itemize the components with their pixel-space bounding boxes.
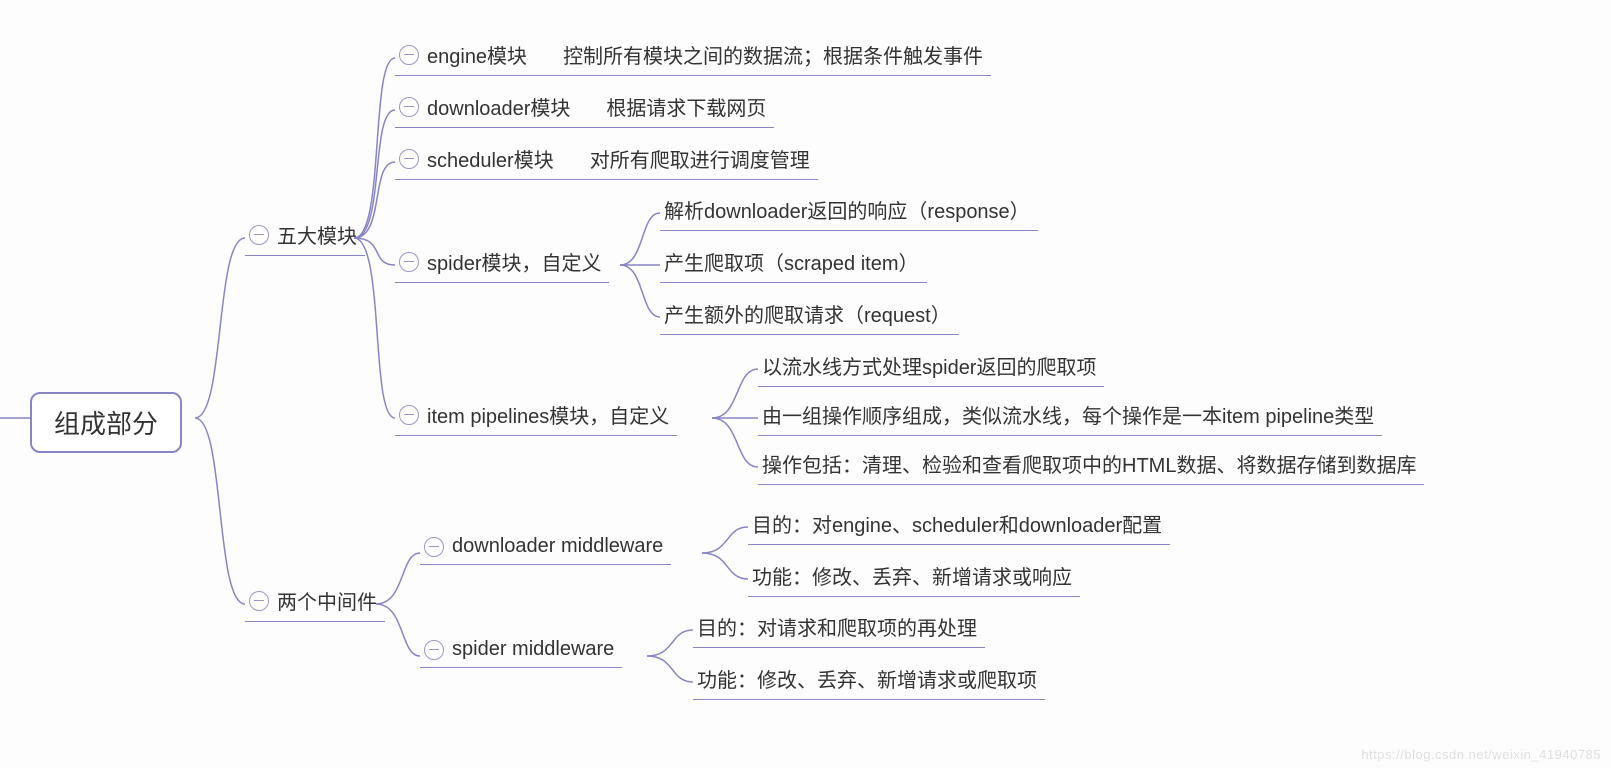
leaf-pipelines-0[interactable]: 以流水线方式处理spider返回的爬取项 — [758, 347, 1104, 387]
leaf-text: 由一组操作顺序组成，类似流水线，每个操作是一本item pipeline类型 — [762, 400, 1374, 429]
leaf-text: 产生额外的爬取请求（request） — [664, 299, 951, 328]
collapse-icon[interactable] — [424, 537, 444, 557]
leaf-spider-0[interactable]: 解析downloader返回的响应（response） — [660, 191, 1038, 231]
leaf-pipelines-2[interactable]: 操作包括：清理、检验和查看爬取项中的HTML数据、将数据存储到数据库 — [758, 445, 1424, 485]
node-downloader[interactable]: downloader模块 根据请求下载网页 — [395, 88, 774, 128]
leaf-text: 操作包括：清理、检验和查看爬取项中的HTML数据、将数据存储到数据库 — [762, 449, 1416, 478]
collapse-icon[interactable] — [399, 252, 419, 272]
leaf-spider-2[interactable]: 产生额外的爬取请求（request） — [660, 295, 959, 335]
leaf-text: 功能：修改、丢弃、新增请求或响应 — [752, 561, 1072, 590]
leaf-text: 目的：对engine、scheduler和downloader配置 — [752, 509, 1162, 538]
node-desc: 控制所有模块之间的数据流；根据条件触发事件 — [563, 40, 983, 69]
leaf-text: 解析downloader返回的响应（response） — [664, 195, 1030, 224]
watermark: https://blog.csdn.net/weixin_41940785 — [1361, 747, 1601, 762]
collapse-icon[interactable] — [249, 591, 269, 611]
collapse-icon[interactable] — [399, 45, 419, 65]
collapse-icon[interactable] — [399, 97, 419, 117]
root-node[interactable]: 组成部分 — [30, 392, 182, 453]
leaf-text: 功能：修改、丢弃、新增请求或爬取项 — [697, 664, 1037, 693]
branch-label: 两个中间件 — [277, 586, 377, 615]
leaf-pipelines-1[interactable]: 由一组操作顺序组成，类似流水线，每个操作是一本item pipeline类型 — [758, 396, 1382, 436]
collapse-icon[interactable] — [424, 640, 444, 660]
node-label: downloader middleware — [452, 535, 663, 558]
node-label: spider模块，自定义 — [427, 247, 601, 276]
leaf-spider-1[interactable]: 产生爬取项（scraped item） — [660, 243, 927, 283]
leaf-text: 以流水线方式处理spider返回的爬取项 — [762, 351, 1096, 380]
branch-five-modules[interactable]: 五大模块 — [245, 216, 365, 256]
node-spider-middleware[interactable]: spider middleware — [420, 634, 622, 668]
leaf-text: 产生爬取项（scraped item） — [664, 247, 919, 276]
node-spider[interactable]: spider模块，自定义 — [395, 243, 609, 283]
leaf-dlmw-1[interactable]: 功能：修改、丢弃、新增请求或响应 — [748, 557, 1080, 597]
node-desc: 根据请求下载网页 — [606, 92, 766, 121]
node-desc: 对所有爬取进行调度管理 — [590, 144, 810, 173]
leaf-dlmw-0[interactable]: 目的：对engine、scheduler和downloader配置 — [748, 505, 1170, 545]
branch-two-middlewares[interactable]: 两个中间件 — [245, 582, 385, 622]
node-downloader-middleware[interactable]: downloader middleware — [420, 531, 671, 565]
branch-label: 五大模块 — [277, 220, 357, 249]
node-label: item pipelines模块，自定义 — [427, 400, 669, 429]
node-pipelines[interactable]: item pipelines模块，自定义 — [395, 396, 677, 436]
collapse-icon[interactable] — [399, 149, 419, 169]
node-label: engine模块 — [427, 40, 527, 69]
collapse-icon[interactable] — [249, 225, 269, 245]
node-engine[interactable]: engine模块 控制所有模块之间的数据流；根据条件触发事件 — [395, 36, 991, 76]
node-label: scheduler模块 — [427, 144, 554, 173]
leaf-text: 目的：对请求和爬取项的再处理 — [697, 612, 977, 641]
node-label: downloader模块 — [427, 92, 570, 121]
leaf-spmw-1[interactable]: 功能：修改、丢弃、新增请求或爬取项 — [693, 660, 1045, 700]
leaf-spmw-0[interactable]: 目的：对请求和爬取项的再处理 — [693, 608, 985, 648]
root-label: 组成部分 — [54, 404, 158, 441]
node-scheduler[interactable]: scheduler模块 对所有爬取进行调度管理 — [395, 140, 818, 180]
collapse-icon[interactable] — [399, 405, 419, 425]
node-label: spider middleware — [452, 638, 614, 661]
